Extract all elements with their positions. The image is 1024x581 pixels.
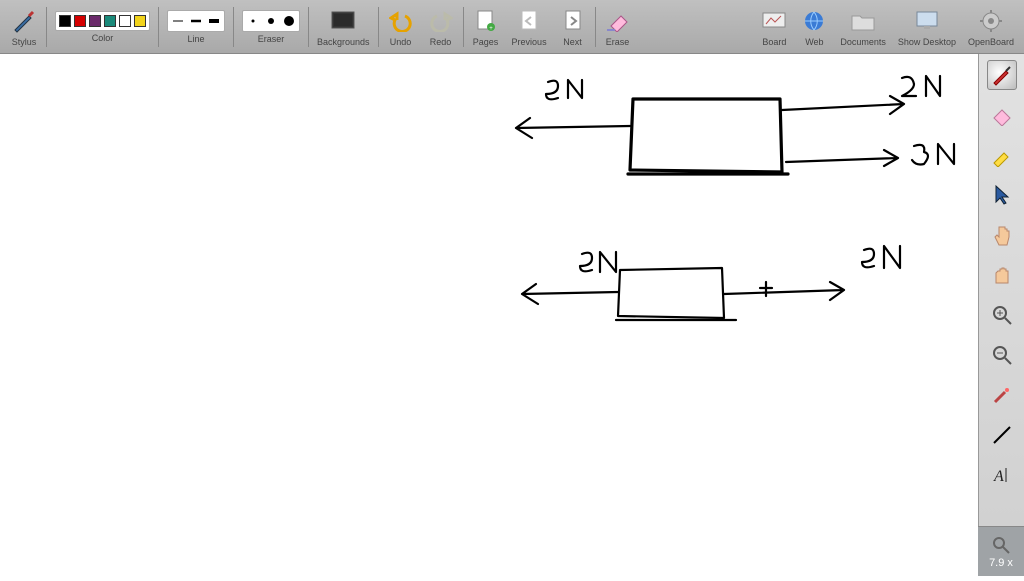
redo-icon bbox=[427, 7, 455, 35]
stylus-icon bbox=[10, 7, 38, 35]
openboard-tool[interactable]: OpenBoard bbox=[962, 0, 1020, 53]
stylus-label: Stylus bbox=[12, 37, 37, 47]
line-med[interactable] bbox=[189, 14, 203, 28]
web-label: Web bbox=[805, 37, 823, 47]
pointer-icon bbox=[992, 184, 1012, 206]
documents-tool[interactable]: Documents bbox=[834, 0, 892, 53]
interact-tool[interactable] bbox=[987, 220, 1017, 250]
drawing-canvas[interactable] bbox=[0, 54, 978, 576]
erase-tool[interactable]: Erase bbox=[598, 0, 638, 53]
documents-icon bbox=[849, 7, 877, 35]
redo-tool[interactable]: Redo bbox=[421, 0, 461, 53]
zoom-badge-icon bbox=[991, 535, 1011, 555]
top-toolbar: Stylus Color Line Eraser bbox=[0, 0, 1024, 54]
zoom-out-tool[interactable] bbox=[987, 340, 1017, 370]
scroll-tool[interactable] bbox=[987, 260, 1017, 290]
eraser-side-tool[interactable] bbox=[987, 100, 1017, 130]
undo-label: Undo bbox=[390, 37, 412, 47]
toolbar-divider bbox=[158, 7, 159, 47]
hand-point-icon bbox=[991, 223, 1013, 247]
toolbar-divider bbox=[595, 7, 596, 47]
eraser-size-label: Eraser bbox=[258, 34, 285, 44]
eraser-med[interactable] bbox=[264, 14, 278, 28]
color-tool[interactable]: Color bbox=[49, 0, 156, 53]
pen-icon bbox=[990, 63, 1014, 87]
erase-label: Erase bbox=[606, 37, 630, 47]
zoom-in-tool[interactable] bbox=[987, 300, 1017, 330]
next-tool[interactable]: Next bbox=[553, 0, 593, 53]
backgrounds-icon bbox=[329, 7, 357, 35]
toolbar-divider bbox=[308, 7, 309, 47]
laser-tool[interactable] bbox=[987, 380, 1017, 410]
web-icon bbox=[800, 7, 828, 35]
backgrounds-tool[interactable]: Backgrounds bbox=[311, 0, 376, 53]
documents-label: Documents bbox=[840, 37, 886, 47]
svg-text:A: A bbox=[993, 468, 1004, 485]
redo-label: Redo bbox=[430, 37, 452, 47]
zoom-in-icon bbox=[991, 304, 1013, 326]
eraser-small[interactable] bbox=[246, 14, 260, 28]
openboard-icon bbox=[977, 7, 1005, 35]
pages-label: Pages bbox=[473, 37, 499, 47]
board-label: Board bbox=[762, 37, 786, 47]
previous-tool[interactable]: Previous bbox=[506, 0, 553, 53]
color-label: Color bbox=[92, 33, 114, 43]
openboard-label: OpenBoard bbox=[968, 37, 1014, 47]
line-label: Line bbox=[187, 34, 204, 44]
backgrounds-label: Backgrounds bbox=[317, 37, 370, 47]
text-tool[interactable]: A bbox=[987, 460, 1017, 490]
next-label: Next bbox=[563, 37, 582, 47]
undo-tool[interactable]: Undo bbox=[381, 0, 421, 53]
line-tool[interactable]: Line bbox=[161, 0, 231, 53]
line-thin[interactable] bbox=[171, 14, 185, 28]
pointer-tool[interactable] bbox=[987, 180, 1017, 210]
right-toolbox: A bbox=[978, 54, 1024, 576]
toolbar-divider bbox=[46, 7, 47, 47]
eraser-side-icon bbox=[990, 104, 1014, 126]
swatch-teal[interactable] bbox=[104, 15, 116, 27]
line-options bbox=[167, 10, 225, 32]
pages-icon: + bbox=[472, 7, 500, 35]
draw-line-tool[interactable] bbox=[987, 420, 1017, 450]
hand-grab-icon bbox=[991, 263, 1013, 287]
web-tool[interactable]: Web bbox=[794, 0, 834, 53]
previous-icon bbox=[515, 7, 543, 35]
marker-tool[interactable] bbox=[987, 140, 1017, 170]
zoom-out-icon bbox=[991, 344, 1013, 366]
eraser-large[interactable] bbox=[282, 14, 296, 28]
swatch-purple[interactable] bbox=[89, 15, 101, 27]
swatch-black[interactable] bbox=[59, 15, 71, 27]
laser-icon bbox=[991, 384, 1013, 406]
pages-tool[interactable]: + Pages bbox=[466, 0, 506, 53]
swatch-yellow[interactable] bbox=[134, 15, 146, 27]
eraser-sizes bbox=[242, 10, 300, 32]
undo-icon bbox=[387, 7, 415, 35]
next-icon bbox=[559, 7, 587, 35]
draw-line-icon bbox=[991, 424, 1013, 446]
board-tool[interactable]: Board bbox=[754, 0, 794, 53]
toolbar-divider bbox=[463, 7, 464, 47]
show-desktop-label: Show Desktop bbox=[898, 37, 956, 47]
zoom-indicator[interactable]: 7.9 x bbox=[978, 526, 1024, 576]
toolbar-divider bbox=[378, 7, 379, 47]
pen-tool[interactable] bbox=[987, 60, 1017, 90]
svg-text:+: + bbox=[489, 26, 493, 32]
stylus-tool[interactable]: Stylus bbox=[4, 0, 44, 53]
previous-label: Previous bbox=[512, 37, 547, 47]
show-desktop-tool[interactable]: Show Desktop bbox=[892, 0, 962, 53]
board-icon bbox=[760, 7, 788, 35]
eraser-size-tool[interactable]: Eraser bbox=[236, 0, 306, 53]
swatch-red[interactable] bbox=[74, 15, 86, 27]
erase-icon bbox=[604, 7, 632, 35]
toolbar-divider bbox=[233, 7, 234, 47]
line-thick[interactable] bbox=[207, 14, 221, 28]
marker-icon bbox=[990, 143, 1014, 167]
color-swatches bbox=[55, 11, 150, 31]
zoom-value: 7.9 x bbox=[989, 557, 1013, 569]
show-desktop-icon bbox=[913, 7, 941, 35]
swatch-white[interactable] bbox=[119, 15, 131, 27]
text-icon: A bbox=[991, 464, 1013, 486]
